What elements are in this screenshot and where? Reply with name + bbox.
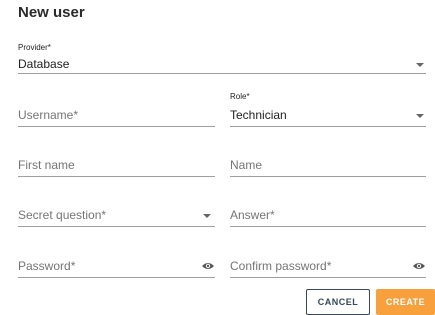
- role-select[interactable]: Role* Technician: [230, 92, 426, 128]
- provider-select[interactable]: Provider* Database: [18, 43, 426, 75]
- new-user-dialog: New user Provider* Database Username* Ro…: [0, 0, 435, 315]
- first-name-field[interactable]: First name: [18, 158, 215, 178]
- first-name-underline: [18, 176, 215, 177]
- username-field[interactable]: Username*: [18, 92, 215, 128]
- chevron-down-icon: [416, 63, 424, 67]
- secret-question-underline: [18, 226, 215, 227]
- provider-label: Provider*: [18, 43, 51, 52]
- name-field[interactable]: Name: [230, 158, 426, 178]
- eye-icon[interactable]: [201, 261, 215, 271]
- confirm-password-placeholder: Confirm password*: [230, 259, 332, 273]
- chevron-down-icon: [203, 214, 211, 218]
- chevron-down-icon: [416, 114, 424, 118]
- username-underline: [18, 126, 215, 127]
- name-underline: [230, 176, 426, 177]
- secret-question-placeholder: Secret question*: [18, 208, 107, 222]
- answer-placeholder: Answer*: [230, 208, 275, 222]
- role-label: Role*: [230, 92, 250, 101]
- confirm-password-underline: [230, 277, 426, 278]
- cancel-button[interactable]: CANCEL: [306, 289, 370, 315]
- password-underline: [18, 277, 215, 278]
- role-underline: [230, 126, 426, 127]
- create-button[interactable]: CREATE: [376, 289, 435, 315]
- name-placeholder: Name: [230, 158, 263, 172]
- eye-icon[interactable]: [412, 261, 426, 271]
- provider-underline: [18, 73, 426, 74]
- role-value: Technician: [230, 108, 287, 122]
- first-name-placeholder: First name: [18, 158, 75, 172]
- provider-value: Database: [18, 57, 70, 71]
- secret-question-select[interactable]: Secret question*: [18, 208, 215, 228]
- username-placeholder: Username*: [18, 108, 79, 122]
- password-field[interactable]: Password*: [18, 259, 215, 279]
- confirm-password-field[interactable]: Confirm password*: [230, 259, 426, 279]
- answer-field[interactable]: Answer*: [230, 208, 426, 228]
- dialog-title: New user: [18, 4, 85, 21]
- password-placeholder: Password*: [18, 259, 76, 273]
- answer-underline: [230, 226, 426, 227]
